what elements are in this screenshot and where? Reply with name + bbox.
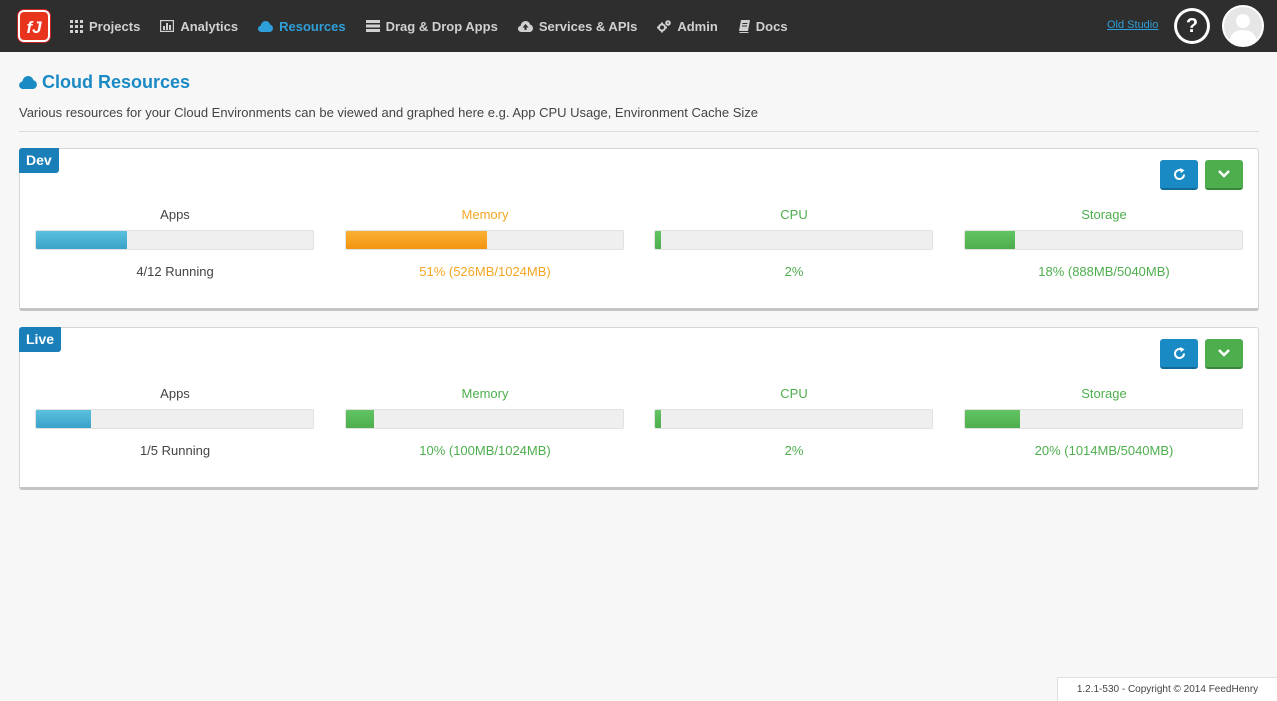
- progress-bar: [654, 230, 933, 250]
- expand-button[interactable]: [1205, 339, 1243, 369]
- chevron-down-icon: [1218, 170, 1230, 178]
- metric-value: 51% (526MB/1024MB): [419, 264, 551, 279]
- help-button[interactable]: ?: [1174, 8, 1210, 44]
- metric-value: 18% (888MB/5040MB): [1038, 264, 1170, 279]
- progress-fill: [965, 231, 1015, 249]
- metric-label: CPU: [780, 386, 808, 401]
- progress-fill: [965, 410, 1021, 428]
- list-icon: [365, 20, 380, 32]
- grid-icon: [70, 19, 83, 33]
- refresh-button[interactable]: [1160, 339, 1198, 369]
- refresh-icon: [1173, 167, 1185, 180]
- chevron-down-icon: [1218, 349, 1230, 357]
- gears-icon: [657, 19, 672, 32]
- metric-storage: Storage 18% (888MB/5040MB): [964, 207, 1244, 279]
- environment-label: Dev: [19, 148, 59, 173]
- user-silhouette-icon: [1229, 14, 1257, 45]
- environment-panel-live: Live Apps 1/5 Running Memory 10% (100MB/…: [19, 327, 1259, 490]
- nav-label: Admin: [677, 18, 718, 34]
- nav-item-resources[interactable]: Resources: [248, 0, 355, 52]
- page-title-text: Cloud Resources: [42, 72, 191, 92]
- book-icon: [738, 19, 750, 33]
- help-icon: ?: [1177, 11, 1207, 41]
- nav-item-admin[interactable]: Admin: [647, 0, 727, 52]
- metric-label: Storage: [1081, 207, 1127, 222]
- user-avatar[interactable]: [1222, 5, 1264, 47]
- metric-memory: Memory 10% (100MB/1024MB): [345, 386, 625, 458]
- refresh-button[interactable]: [1160, 160, 1198, 190]
- progress-bar: [964, 409, 1243, 429]
- progress-bar: [345, 409, 624, 429]
- nav-label: Drag & Drop Apps: [385, 18, 498, 34]
- metric-value: 10% (100MB/1024MB): [419, 443, 551, 458]
- page-title: Cloud Resources: [19, 72, 190, 93]
- metric-storage: Storage 20% (1014MB/5040MB): [964, 386, 1244, 458]
- progress-bar: [35, 230, 314, 250]
- nav-label: Docs: [755, 18, 788, 34]
- bar-chart-icon: [160, 20, 175, 32]
- metric-value: 2%: [784, 443, 804, 458]
- metric-value: 1/5 Running: [139, 443, 211, 458]
- metric-label: Memory: [461, 207, 509, 222]
- cloud-upload-icon: [517, 20, 533, 32]
- nav-item-services-apis[interactable]: Services & APIs: [508, 0, 648, 52]
- metric-cpu: CPU 2%: [654, 386, 934, 458]
- refresh-icon: [1173, 346, 1185, 359]
- progress-fill: [346, 410, 374, 428]
- nav-label: Services & APIs: [538, 18, 638, 34]
- progress-bar: [35, 409, 314, 429]
- environment-panel-dev: Dev Apps 4/12 Running Memory 51% (526MB/…: [19, 148, 1259, 311]
- page-description: Various resources for your Cloud Environ…: [19, 105, 758, 120]
- nav-item-analytics[interactable]: Analytics: [150, 0, 248, 52]
- main-nav: Projects Analytics Resources Drag & Drop…: [60, 0, 798, 52]
- metric-value: 4/12 Running: [136, 264, 214, 279]
- metric-label: CPU: [780, 207, 808, 222]
- progress-fill: [36, 231, 128, 249]
- metric-value: 20% (1014MB/5040MB): [1034, 443, 1174, 458]
- cloud-icon: [19, 76, 37, 89]
- nav-label: Analytics: [180, 18, 239, 34]
- metric-label: Memory: [461, 386, 509, 401]
- progress-fill: [655, 410, 661, 428]
- progress-bar: [345, 230, 624, 250]
- progress-bar: [654, 409, 933, 429]
- progress-fill: [36, 410, 92, 428]
- expand-button[interactable]: [1205, 160, 1243, 190]
- feedhenry-logo[interactable]: fJ: [18, 10, 50, 42]
- nav-label: Resources: [279, 18, 346, 34]
- top-navbar: fJ Projects Analytics Resources Drag & D…: [0, 0, 1277, 52]
- environment-label: Live: [19, 327, 62, 352]
- nav-label: Projects: [89, 18, 141, 34]
- metric-cpu: CPU 2%: [654, 207, 934, 279]
- metric-label: Storage: [1081, 386, 1127, 401]
- nav-item-projects[interactable]: Projects: [60, 0, 150, 52]
- nav-item-drag-drop-apps[interactable]: Drag & Drop Apps: [356, 0, 508, 52]
- metric-apps: Apps 1/5 Running: [35, 386, 315, 458]
- divider: [19, 131, 1259, 132]
- footer-copyright: 1.2.1-530 - Copyright © 2014 FeedHenry: [1057, 677, 1277, 701]
- progress-fill: [346, 231, 488, 249]
- old-studio-link[interactable]: Old Studio: [1107, 19, 1158, 31]
- metric-label: Apps: [160, 386, 190, 401]
- metric-label: Apps: [160, 207, 190, 222]
- cloud-icon: [258, 20, 274, 32]
- progress-fill: [655, 231, 661, 249]
- metric-apps: Apps 4/12 Running: [35, 207, 315, 279]
- metric-value: 2%: [784, 264, 804, 279]
- metric-memory: Memory 51% (526MB/1024MB): [345, 207, 625, 279]
- nav-item-docs[interactable]: Docs: [728, 0, 798, 52]
- progress-bar: [964, 230, 1243, 250]
